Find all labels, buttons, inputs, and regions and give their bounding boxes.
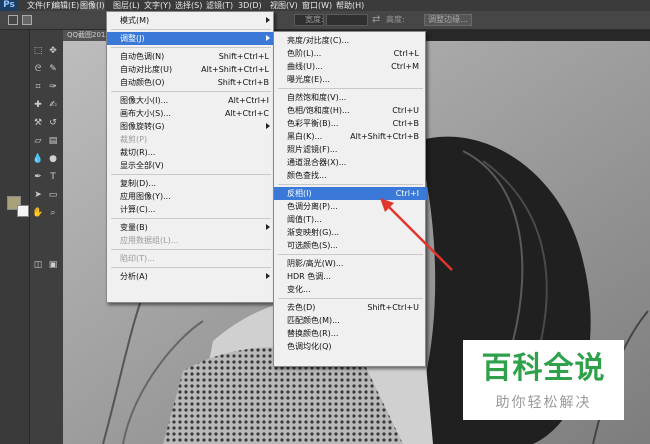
watermark-subtitle: 助你轻松解决 <box>495 395 592 411</box>
watermark-logo: 百科全说 助你轻松解决 <box>463 340 624 420</box>
watermark-title: 百科全说 <box>481 351 606 386</box>
